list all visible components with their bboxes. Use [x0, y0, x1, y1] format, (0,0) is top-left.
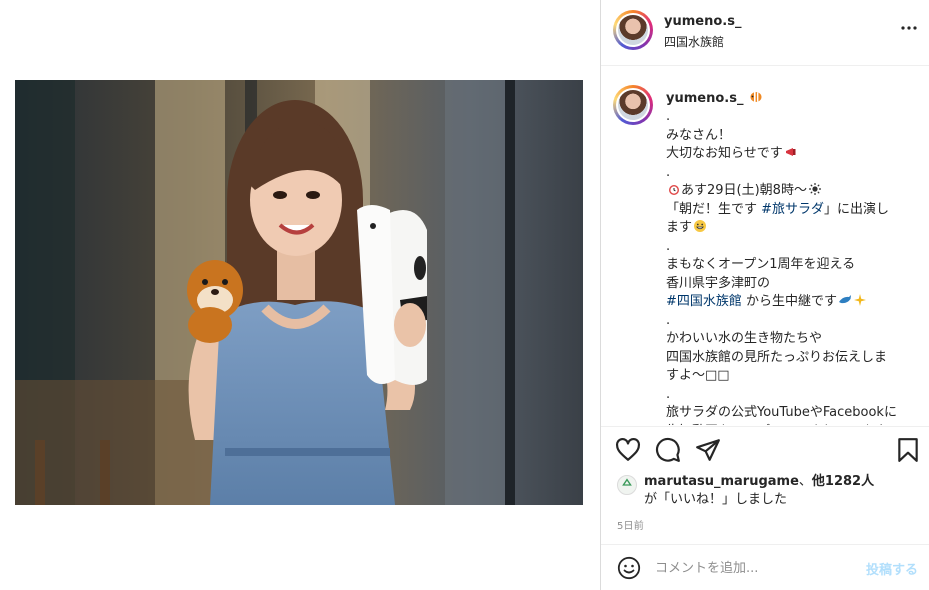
caption-text-segment: かわいい水の生き物たちや — [666, 331, 823, 346]
caption-line: . — [666, 238, 926, 257]
caption-line: すよ〜□□ — [666, 367, 926, 386]
grin-emoji — [694, 220, 707, 232]
caption-text-segment: 大切なお知らせです — [666, 146, 783, 161]
caption-line: かわいい水の生き物たちや — [666, 330, 926, 349]
liker-avatar[interactable] — [617, 475, 637, 495]
post-timestamp[interactable]: 5日前 — [617, 517, 644, 532]
caption-line: ます — [666, 219, 926, 238]
hashtag-link[interactable]: #旅サラダ — [761, 202, 824, 217]
caption-line: . — [666, 164, 926, 183]
caption-avatar[interactable] — [613, 85, 653, 125]
sun-emoji — [808, 183, 821, 195]
caption-text-segment: 四国水族館の見所たっぷりお伝えしま — [666, 349, 888, 365]
caption-text-segment: から生中継です — [741, 294, 838, 309]
caption-line: みなさん！ — [666, 127, 926, 146]
caption-text-segment: 告知動画をアップロードされています — [666, 424, 887, 426]
caption-text-segment: . — [666, 164, 671, 180]
caption-text-segment: ます — [666, 220, 693, 235]
post-header: yumeno.s_ 四国水族館 — [601, 0, 929, 66]
caption-area[interactable]: yumeno.s_ . みなさん！ 大切なお知らせです. あす29日(土)朝8時〜「朝… — [601, 67, 929, 425]
caption-line: 香川県宇多津町の — [666, 275, 926, 294]
caption-text-segment: まもなくオープン1周年を迎える — [666, 257, 856, 272]
paper-plane-icon[interactable] — [695, 437, 721, 463]
caption-text-segment: すよ〜□□ — [666, 368, 730, 383]
action-bar: marutasu_marugame、他1282人 が「いいね！」しました 5日前 — [601, 426, 929, 544]
alarm-clock-emoji — [669, 185, 679, 195]
caption-line: 四国水族館の見所たっぷりお伝えしま — [666, 349, 926, 368]
comment-box: 投稿する — [601, 544, 929, 590]
heart-icon[interactable] — [615, 437, 641, 463]
caption-username[interactable]: yumeno.s_ — [666, 91, 743, 106]
caption-line: 「朝だ！生です #旅サラダ」に出演し — [666, 201, 926, 220]
likes-others-count[interactable]: 他1282人 — [812, 474, 874, 489]
caption-line: 告知動画をアップロードされています — [666, 423, 926, 426]
caption-text-segment: あす29日(土)朝8時〜 — [681, 183, 807, 198]
hashtag-link[interactable]: #四国水族館 — [666, 294, 742, 309]
caption-line: . — [666, 312, 926, 331]
liker-username[interactable]: marutasu_marugame — [644, 474, 799, 489]
post-comment-button[interactable]: 投稿する — [866, 559, 918, 578]
post-location[interactable]: 四国水族館 — [664, 33, 724, 50]
tropical-fish-emoji — [750, 92, 762, 102]
caption-text-segment: 」に出演し — [824, 201, 890, 217]
likes-separator: 、 — [798, 474, 812, 489]
comment-bubble-icon[interactable] — [655, 437, 681, 463]
caption-text-segment: . — [666, 312, 671, 328]
recycle-logo-icon — [622, 478, 632, 486]
caption-header: yumeno.s_ — [666, 90, 926, 108]
caption-text-segment: . — [666, 386, 671, 402]
caption-line: 旅サラダの公式YouTubeやFacebookに — [666, 404, 926, 423]
caption-line: まもなくオープン1周年を迎える — [666, 256, 926, 275]
caption-line: . — [666, 386, 926, 405]
bookmark-icon[interactable] — [895, 437, 921, 463]
dolphin-emoji — [839, 295, 852, 304]
caption-text-segment: 香川県宇多津町の — [666, 275, 771, 291]
comment-input[interactable] — [655, 555, 855, 581]
caption-text-segment: . — [666, 109, 671, 124]
post-photo[interactable] — [15, 80, 583, 505]
caption-text: . みなさん！ 大切なお知らせです. あす29日(土)朝8時〜「朝だ！生です #旅サラ… — [666, 108, 926, 425]
smiley-icon[interactable] — [617, 556, 641, 580]
sparkles-emoji — [854, 294, 867, 306]
author-username[interactable]: yumeno.s_ — [664, 14, 741, 29]
likes-suffix: が「いいね！」しました — [644, 492, 788, 507]
more-dots-icon[interactable] — [901, 25, 917, 31]
caption-body: yumeno.s_ . みなさん！ 大切なお知らせです. あす29日(土)朝8時〜「朝… — [666, 90, 926, 425]
caption-line: あす29日(土)朝8時〜 — [666, 182, 926, 201]
megaphone-emoji — [785, 148, 796, 156]
post-panel: yumeno.s_ 四国水族館 yumeno.s_ . みなさん！ 大切なお知らせで… — [600, 0, 929, 590]
caption-text-segment: みなさん！ — [666, 127, 732, 143]
author-avatar[interactable] — [613, 10, 653, 50]
caption-text-segment: 「朝だ！生です — [666, 201, 762, 217]
caption-text-segment: 旅サラダの公式YouTubeやFacebookに — [666, 405, 897, 420]
photo-area — [0, 0, 600, 590]
caption-line: #四国水族館 から生中継です — [666, 293, 926, 312]
caption-text-segment: . — [666, 238, 671, 254]
likes-text: marutasu_marugame、他1282人 が「いいね！」しました — [644, 473, 874, 509]
caption-line: . — [666, 108, 926, 127]
caption-line: 大切なお知らせです — [666, 145, 926, 164]
